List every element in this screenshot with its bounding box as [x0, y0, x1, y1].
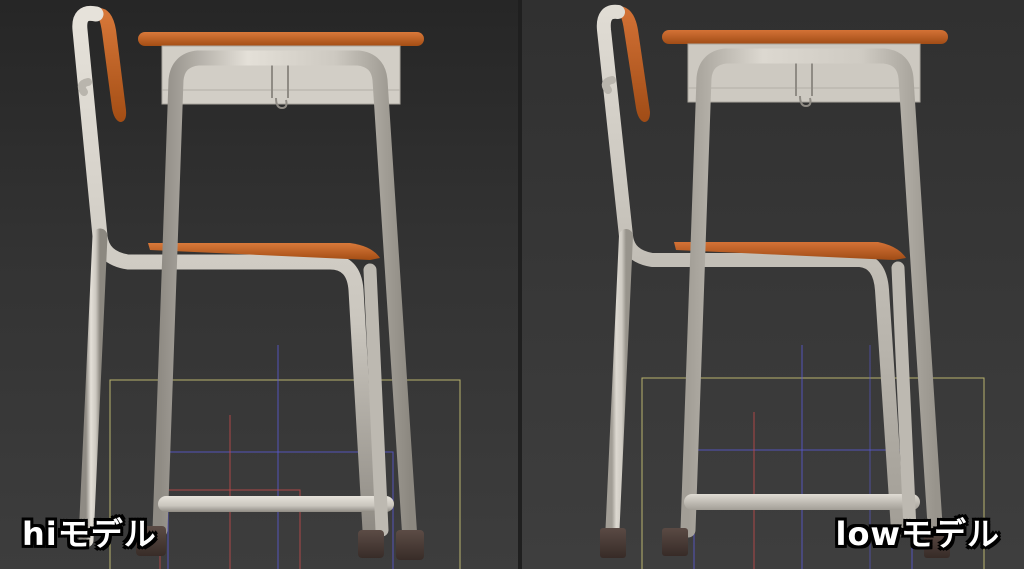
low-model-render: [596, 4, 985, 569]
low-model-label: lowモデル: [835, 515, 1000, 553]
dual-viewport-screen: hiモデル lowモデル: [0, 0, 1024, 569]
viewport-low-model[interactable]: lowモデル: [522, 0, 1024, 569]
foot-cap: [358, 530, 384, 558]
chair-leg-back: [605, 229, 633, 547]
chair-backrest: [618, 6, 650, 122]
viewport-hi-model[interactable]: hiモデル: [0, 0, 518, 569]
hi-model-label: hiモデル: [22, 515, 157, 553]
hi-model-render: [72, 5, 461, 569]
foot-cap: [396, 530, 424, 560]
desk-top: [138, 32, 424, 46]
desk-top: [662, 30, 948, 44]
chair-backrest: [96, 7, 127, 123]
foot-cap: [600, 528, 626, 558]
chair-leg-back: [78, 228, 108, 548]
foot-cap: [662, 528, 688, 556]
desk-foot-bar: [684, 494, 920, 510]
desk-foot-bar: [158, 496, 394, 512]
